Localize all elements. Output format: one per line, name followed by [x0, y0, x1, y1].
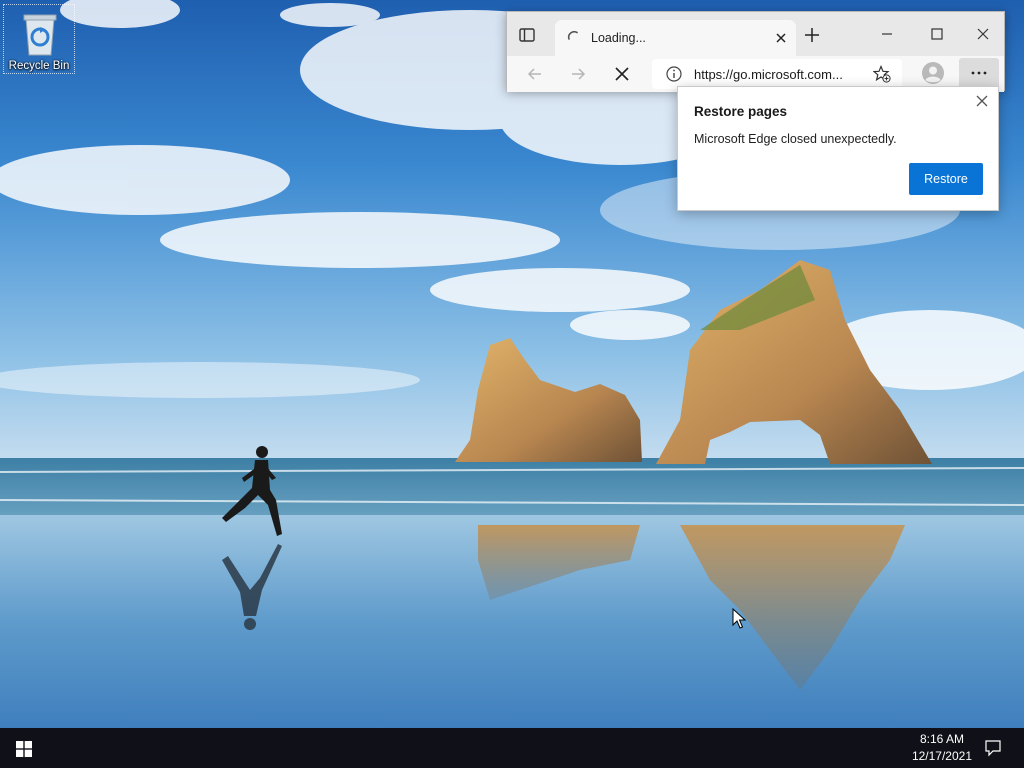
- forward-arrow-icon[interactable]: [569, 65, 587, 83]
- maximize-icon[interactable]: [927, 24, 947, 44]
- popup-title: Restore pages: [694, 104, 788, 119]
- popup-message: Microsoft Edge closed unexpectedly.: [694, 132, 897, 146]
- windows-logo-icon: [16, 741, 32, 757]
- close-window-icon[interactable]: [973, 24, 993, 44]
- minimize-icon[interactable]: [877, 24, 897, 44]
- taskbar-clock[interactable]: 8:16 AM 12/17/2021: [912, 731, 972, 765]
- mouse-cursor-icon: [732, 608, 746, 629]
- address-bar[interactable]: https://go.microsoft.com...: [652, 59, 902, 89]
- browser-tab[interactable]: Loading...: [555, 20, 796, 56]
- clock-time: 8:16 AM: [919, 732, 964, 746]
- more-dots-icon: [971, 71, 987, 75]
- recycle-bin-icon: [23, 14, 57, 56]
- profile-avatar-icon[interactable]: [921, 61, 945, 85]
- back-arrow-icon[interactable]: [526, 65, 544, 83]
- tab-title: Loading...: [591, 31, 646, 45]
- desktop-icon-label: Recycle Bin: [8, 60, 70, 72]
- add-favorite-icon[interactable]: [873, 65, 891, 83]
- start-button[interactable]: [0, 728, 48, 768]
- site-info-icon[interactable]: [666, 66, 682, 82]
- restore-pages-popup: Restore pages Microsoft Edge closed unex…: [677, 86, 999, 211]
- restore-button[interactable]: Restore: [909, 163, 983, 195]
- tab-close-icon[interactable]: [774, 31, 788, 45]
- browser-window: Loading... https://go.microsoft.com...: [506, 11, 1005, 92]
- action-center-icon[interactable]: [984, 739, 1002, 757]
- taskbar: 8:16 AM 12/17/2021: [0, 728, 1024, 768]
- tab-actions-icon[interactable]: [518, 26, 536, 44]
- tab-strip: Loading...: [507, 12, 1004, 56]
- settings-more-button[interactable]: [959, 58, 999, 89]
- clock-date: 12/17/2021: [911, 749, 972, 763]
- popup-close-icon[interactable]: [975, 94, 989, 108]
- stop-loading-icon[interactable]: [613, 65, 631, 83]
- address-url: https://go.microsoft.com...: [694, 67, 843, 82]
- new-tab-icon[interactable]: [803, 26, 821, 44]
- loading-spinner-icon: [567, 31, 578, 40]
- desktop-icon-recycle-bin[interactable]: Recycle Bin: [3, 4, 75, 74]
